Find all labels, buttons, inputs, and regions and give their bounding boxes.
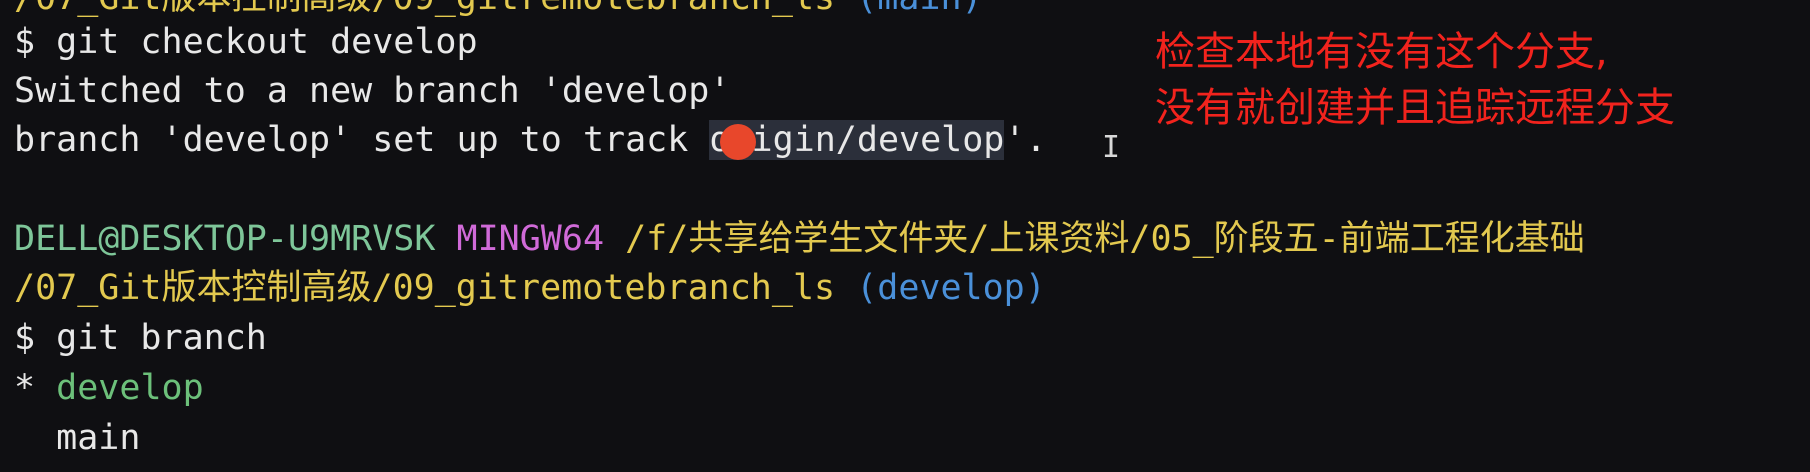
prompt-branch: (develop) (856, 268, 1046, 308)
terminal-line-command: $ git checkout develop (14, 22, 478, 62)
current-branch-name: develop (56, 368, 204, 408)
output-text: '. (1004, 120, 1047, 160)
prompt-path: /07_Git版本控制高级/09_gitremotebranch_ls (14, 0, 835, 18)
annotation-line: 没有就创建并且追踪远程分支 (1155, 85, 1675, 131)
terminal-window[interactable]: /07_Git版本控制高级/09_gitremotebranch_ls (mai… (0, 0, 1810, 472)
terminal-line-prompt-cont: /07_Git版本控制高级/09_gitremotebranch_ls (dev… (14, 264, 1046, 312)
terminal-line-command: $ git branch (14, 318, 267, 358)
annotation-note: 检查本地有没有这个分支, 没有就创建并且追踪远程分支 (1155, 24, 1675, 136)
current-branch-marker: * (14, 368, 57, 408)
terminal-line-output: branch 'develop' set up to track origin/… (14, 116, 1047, 164)
terminal-line-branch-current: * develop (14, 364, 204, 412)
text-cursor-icon: I (1102, 130, 1121, 165)
prompt-path: /f/共享给学生文件夹/上课资料/05_阶段五-前端工程化基础 (625, 219, 1585, 259)
prompt-branch: (main) (856, 0, 982, 18)
terminal-line-branch: main (14, 418, 141, 458)
annotation-line: 检查本地有没有这个分支, (1155, 29, 1608, 75)
prompt-path: /07_Git版本控制高级/09_gitremotebranch_ls (14, 268, 836, 308)
output-text: branch 'develop' set up to track (14, 120, 710, 160)
terminal-line-output: Switched to a new branch 'develop' (14, 71, 731, 111)
mouse-pointer-dot-icon (720, 124, 756, 160)
prompt-env: MINGW64 (456, 219, 605, 259)
terminal-line-prompt: DELL@DESKTOP-U9MRVSK MINGW64 /f/共享给学生文件夹… (14, 215, 1585, 263)
prompt-user: DELL@DESKTOP-U9MRVSK (14, 219, 436, 259)
